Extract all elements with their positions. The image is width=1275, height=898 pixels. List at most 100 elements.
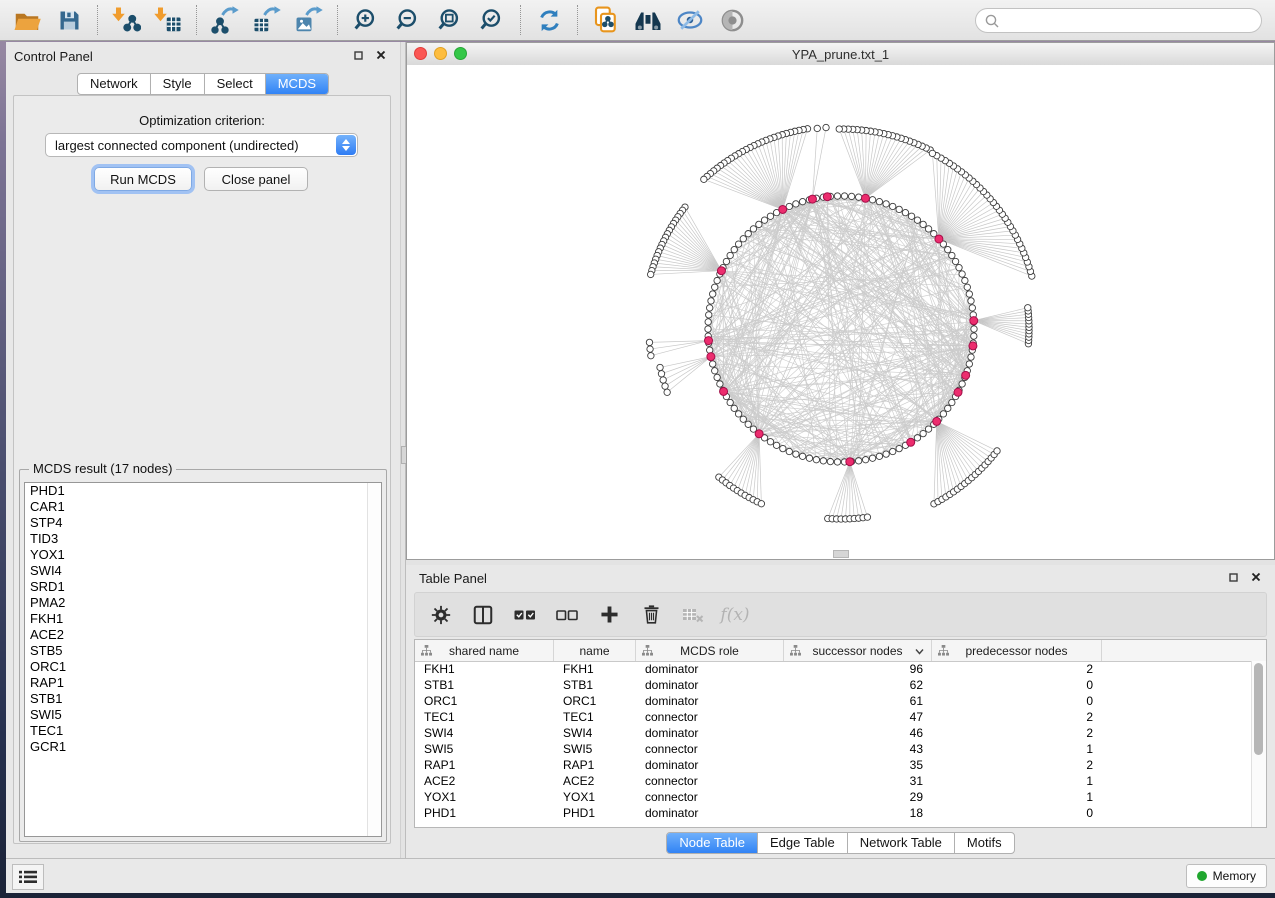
tab-style[interactable]: Style (151, 74, 205, 94)
table-row-RAP1[interactable]: RAP1RAP1dominator352 (415, 757, 1252, 773)
mcds-result-item[interactable]: RAP1 (25, 675, 381, 691)
show-column-button[interactable] (470, 602, 496, 628)
mcds-result-item[interactable]: ORC1 (25, 659, 381, 675)
mcds-result-item[interactable]: SWI4 (25, 563, 381, 579)
import-network-button[interactable] (105, 2, 147, 38)
table-row-TEC1[interactable]: TEC1TEC1connector472 (415, 709, 1252, 725)
cell-predecessor-nodes: 2 (932, 758, 1102, 772)
network-view-titlebar[interactable]: YPA_prune.txt_1 (407, 43, 1274, 66)
column-header-successor-nodes[interactable]: successor nodes (784, 640, 932, 661)
table-row-FKH1[interactable]: FKH1FKH1dominator962 (415, 661, 1252, 677)
mcds-result-item[interactable]: STB5 (25, 643, 381, 659)
network-search-box[interactable] (975, 8, 1262, 33)
mcds-result-list[interactable]: PHD1CAR1STP4TID3YOX1SWI4SRD1PMA2FKH1ACE2… (24, 482, 382, 837)
clone-network-button[interactable] (585, 2, 627, 38)
close-window-icon[interactable] (414, 47, 427, 60)
deselect-all-button[interactable] (554, 602, 580, 628)
column-header-MCDS-role[interactable]: MCDS role (636, 640, 784, 661)
tab-select[interactable]: Select (205, 74, 266, 94)
mcds-result-item[interactable]: TEC1 (25, 723, 381, 739)
maximize-window-icon[interactable] (454, 47, 467, 60)
tab-mcds[interactable]: MCDS (266, 74, 328, 94)
tab-motifs[interactable]: Motifs (955, 833, 1014, 853)
export-network-button[interactable] (204, 2, 246, 38)
cell-MCDS-role: connector (636, 790, 784, 804)
mcds-result-item[interactable]: PMA2 (25, 595, 381, 611)
search-binoculars-button[interactable] (627, 2, 669, 38)
memory-button[interactable]: Memory (1186, 864, 1267, 888)
open-session-button[interactable] (6, 2, 48, 38)
table-row-STB1[interactable]: STB1STB1dominator620 (415, 677, 1252, 693)
mcds-result-item[interactable]: TID3 (25, 531, 381, 547)
table-row-YOX1[interactable]: YOX1YOX1connector291 (415, 789, 1252, 805)
list-scrollbar[interactable] (367, 483, 381, 836)
attribute-tree-icon (642, 645, 653, 656)
save-session-button[interactable] (48, 2, 90, 38)
hide-graphics-details-button[interactable] (669, 2, 711, 38)
cell-name: RAP1 (554, 758, 636, 772)
table-scrollbar[interactable] (1251, 661, 1266, 827)
close-panel-icon[interactable] (1249, 570, 1263, 584)
settings-gear-button[interactable] (428, 602, 454, 628)
column-header-shared-name[interactable]: shared name (415, 640, 554, 661)
float-panel-icon[interactable] (351, 48, 365, 62)
task-history-button[interactable] (12, 864, 44, 890)
mcds-result-item[interactable]: FKH1 (25, 611, 381, 627)
cell-shared-name: FKH1 (415, 662, 554, 676)
attribute-tree-icon (421, 645, 432, 656)
network-canvas[interactable] (407, 65, 1274, 559)
show-graphics-details-button[interactable] (711, 2, 753, 38)
delete-table-button[interactable] (680, 602, 706, 628)
export-table-button[interactable] (246, 2, 288, 38)
search-input[interactable] (1000, 12, 1244, 29)
table-row-PHD1[interactable]: PHD1PHD1dominator180 (415, 805, 1252, 821)
add-column-button[interactable] (596, 602, 622, 628)
splitter-collapse-handle[interactable] (833, 550, 849, 558)
mcds-result-item[interactable]: STP4 (25, 515, 381, 531)
tab-network-table[interactable]: Network Table (848, 833, 955, 853)
mcds-result-item[interactable]: STB1 (25, 691, 381, 707)
mcds-result-item[interactable]: PHD1 (25, 483, 381, 499)
table-body: FKH1FKH1dominator962STB1STB1dominator620… (415, 661, 1252, 827)
delete-column-button[interactable] (638, 602, 664, 628)
sort-desc-icon (915, 648, 924, 655)
mcds-result-item[interactable]: SWI5 (25, 707, 381, 723)
select-all-button[interactable] (512, 602, 538, 628)
zoom-selected-button[interactable] (471, 2, 513, 38)
table-row-SWI4[interactable]: SWI4SWI4dominator462 (415, 725, 1252, 741)
table-row-ORC1[interactable]: ORC1ORC1dominator610 (415, 693, 1252, 709)
toolbar-separator (337, 5, 338, 35)
zoom-out-button[interactable] (387, 2, 429, 38)
mcds-result-item[interactable]: SRD1 (25, 579, 381, 595)
zoom-fit-button[interactable] (429, 2, 471, 38)
mcds-result-item[interactable]: CAR1 (25, 499, 381, 515)
import-table-button[interactable] (147, 2, 189, 38)
minimize-window-icon[interactable] (434, 47, 447, 60)
function-builder-button[interactable]: f(x) (722, 602, 748, 628)
cell-predecessor-nodes: 1 (932, 742, 1102, 756)
tab-edge-table[interactable]: Edge Table (758, 833, 848, 853)
close-panel-icon[interactable] (374, 48, 388, 62)
table-row-ACE2[interactable]: ACE2ACE2connector311 (415, 773, 1252, 789)
scrollbar-thumb[interactable] (1254, 663, 1263, 755)
mcds-result-item[interactable]: YOX1 (25, 547, 381, 563)
hide-details-icon (675, 5, 705, 35)
column-header-predecessor-nodes[interactable]: predecessor nodes (932, 640, 1102, 661)
close-panel-button[interactable]: Close panel (204, 167, 308, 191)
network-view-window: YPA_prune.txt_1 (406, 42, 1275, 560)
column-header-name[interactable]: name (554, 640, 636, 661)
table-row-SWI5[interactable]: SWI5SWI5connector431 (415, 741, 1252, 757)
zoom-in-button[interactable] (345, 2, 387, 38)
refresh-button[interactable] (528, 2, 570, 38)
cell-shared-name: SWI4 (415, 726, 554, 740)
mcds-result-item[interactable]: ACE2 (25, 627, 381, 643)
network-graph[interactable] (407, 65, 1274, 559)
tab-node-table[interactable]: Node Table (667, 833, 758, 853)
export-image-button[interactable] (288, 2, 330, 38)
cell-predecessor-nodes: 1 (932, 774, 1102, 788)
tab-network[interactable]: Network (78, 74, 151, 94)
float-panel-icon[interactable] (1226, 570, 1240, 584)
optimization-criterion-select[interactable]: largest connected component (undirected) (45, 133, 358, 157)
run-mcds-button[interactable]: Run MCDS (94, 167, 192, 191)
mcds-result-item[interactable]: GCR1 (25, 739, 381, 755)
